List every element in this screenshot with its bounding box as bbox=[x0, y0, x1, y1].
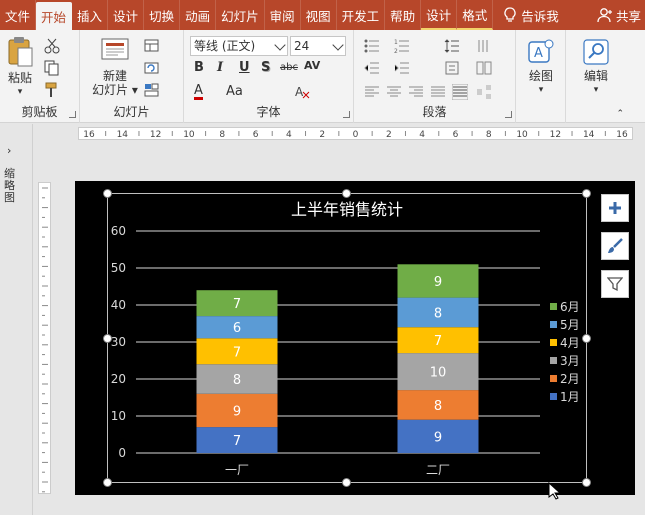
chart-selection-frame[interactable] bbox=[107, 193, 587, 483]
brush-icon bbox=[608, 238, 623, 253]
chart-elements-button[interactable] bbox=[601, 194, 629, 222]
resize-handle-s[interactable] bbox=[342, 478, 351, 487]
chart-styles-button[interactable] bbox=[601, 232, 629, 260]
resize-handle-w[interactable] bbox=[103, 334, 112, 343]
chart-filters-button[interactable] bbox=[601, 270, 629, 298]
resize-handle-nw[interactable] bbox=[103, 189, 112, 198]
resize-handle-sw[interactable] bbox=[103, 478, 112, 487]
resize-handle-e[interactable] bbox=[582, 334, 591, 343]
cursor-arrow-icon bbox=[548, 482, 560, 500]
filter-icon bbox=[607, 277, 623, 292]
resize-handle-se[interactable] bbox=[582, 478, 591, 487]
resize-handle-n[interactable] bbox=[342, 189, 351, 198]
resize-handle-ne[interactable] bbox=[582, 189, 591, 198]
plus-icon bbox=[609, 202, 621, 214]
